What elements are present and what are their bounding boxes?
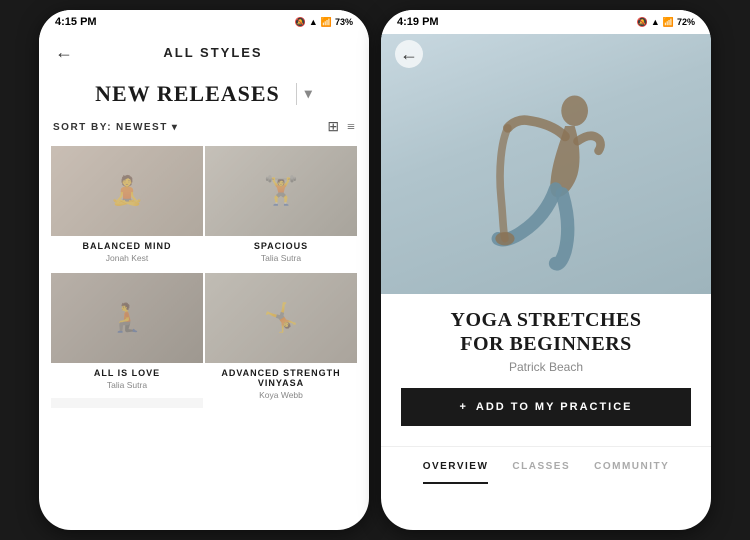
card-image-1: 🧘 bbox=[51, 146, 203, 236]
sort-label[interactable]: SORT BY: NEWEST ▾ bbox=[53, 122, 178, 133]
add-to-practice-button[interactable]: + ADD TO MY PRACTICE bbox=[401, 388, 691, 426]
card-title-1: BALANCED MIND bbox=[55, 241, 199, 251]
person-figure-2: 🏋️ bbox=[264, 174, 299, 208]
tab-community[interactable]: COMMUNITY bbox=[594, 461, 669, 484]
card-advanced-vinyasa[interactable]: 🤸 ADVANCED STRENGTH VINYASA Koya Webb bbox=[205, 273, 357, 408]
right-battery-pct: 72% bbox=[677, 17, 695, 27]
card-image-3: 🧎 bbox=[51, 273, 203, 363]
card-subtitle-1: Jonah Kest bbox=[55, 253, 199, 263]
left-phone: 4:15 PM 🔕 ▲ 📶 73% ← ALL STYLES NEW RELEA… bbox=[39, 10, 369, 530]
right-wifi-icon: ▲ bbox=[651, 17, 660, 27]
left-nav-title: ALL STYLES bbox=[73, 45, 353, 60]
card-balanced-mind[interactable]: 🧘 BALANCED MIND Jonah Kest bbox=[51, 146, 203, 271]
left-nav-bar: ← ALL STYLES bbox=[39, 34, 369, 71]
battery-pct: 73% bbox=[335, 17, 353, 27]
right-nav-overlay: ← bbox=[381, 34, 711, 74]
person-figure-4: 🤸 bbox=[264, 301, 299, 335]
view-icons: ⊞ ≡ bbox=[327, 119, 355, 136]
card-title-2: SPACIOUS bbox=[209, 241, 353, 251]
yoga-person-svg bbox=[481, 84, 611, 294]
card-info-4: ADVANCED STRENGTH VINYASA Koya Webb bbox=[205, 363, 357, 408]
add-plus-icon: + bbox=[459, 401, 467, 413]
person-figure-1: 🧘 bbox=[110, 174, 145, 208]
phones-container: 4:15 PM 🔕 ▲ 📶 73% ← ALL STYLES NEW RELEA… bbox=[39, 10, 711, 530]
section-title: NEW RELEASES ▾ bbox=[39, 81, 369, 107]
card-subtitle-3: Talia Sutra bbox=[55, 380, 199, 390]
section-dropdown-arrow[interactable]: ▾ bbox=[305, 86, 313, 103]
cards-grid: 🧘 BALANCED MIND Jonah Kest 🏋️ SPACIOUS T… bbox=[39, 142, 369, 412]
left-status-icons: 🔕 ▲ 📶 73% bbox=[295, 17, 353, 28]
hero-section: ← bbox=[381, 34, 711, 294]
card-subtitle-2: Talia Sutra bbox=[209, 253, 353, 263]
right-signal-icon: 📶 bbox=[663, 17, 674, 28]
card-info-1: BALANCED MIND Jonah Kest bbox=[51, 236, 203, 271]
tab-overview[interactable]: OVERVIEW bbox=[423, 461, 489, 484]
card-info-3: ALL IS LOVE Talia Sutra bbox=[51, 363, 203, 398]
list-view-icon[interactable]: ≡ bbox=[347, 120, 355, 136]
section-header: NEW RELEASES ▾ bbox=[39, 71, 369, 113]
tab-classes[interactable]: CLASSES bbox=[512, 461, 570, 484]
card-title-4: ADVANCED STRENGTH VINYASA bbox=[209, 368, 353, 388]
right-status-bar: 4:19 PM 🔕 ▲ 📶 72% bbox=[381, 10, 711, 34]
right-time: 4:19 PM bbox=[397, 16, 439, 28]
left-time: 4:15 PM bbox=[55, 16, 97, 28]
signal-icon: 📶 bbox=[321, 17, 332, 28]
add-button-label: ADD TO MY PRACTICE bbox=[476, 401, 633, 413]
card-image-2: 🏋️ bbox=[205, 146, 357, 236]
left-status-bar: 4:15 PM 🔕 ▲ 📶 73% bbox=[39, 10, 369, 34]
left-back-button[interactable]: ← bbox=[55, 42, 73, 63]
grid-view-icon[interactable]: ⊞ bbox=[327, 119, 339, 136]
tabs-bar: OVERVIEW CLASSES COMMUNITY bbox=[381, 446, 711, 484]
card-all-is-love[interactable]: 🧎 ALL IS LOVE Talia Sutra bbox=[51, 273, 203, 408]
hero-title: YOGA STRETCHES FOR BEGINNERS bbox=[401, 308, 691, 356]
card-info-2: SPACIOUS Talia Sutra bbox=[205, 236, 357, 271]
card-spacious[interactable]: 🏋️ SPACIOUS Talia Sutra bbox=[205, 146, 357, 271]
hero-instructor: Patrick Beach bbox=[401, 360, 691, 374]
right-mute-icon: 🔕 bbox=[637, 17, 648, 28]
card-subtitle-4: Koya Webb bbox=[209, 390, 353, 400]
right-back-button[interactable]: ← bbox=[395, 40, 423, 68]
divider bbox=[296, 83, 297, 105]
sort-arrow: ▾ bbox=[172, 122, 179, 133]
sort-bar: SORT BY: NEWEST ▾ ⊞ ≡ bbox=[39, 113, 369, 142]
right-status-icons: 🔕 ▲ 📶 72% bbox=[637, 17, 695, 28]
mute-icon: 🔕 bbox=[295, 17, 306, 28]
wifi-icon: ▲ bbox=[309, 17, 318, 27]
person-figure-3: 🧎 bbox=[110, 301, 145, 335]
card-title-3: ALL IS LOVE bbox=[55, 368, 199, 378]
right-phone: 4:19 PM 🔕 ▲ 📶 72% bbox=[381, 10, 711, 530]
hero-content: YOGA STRETCHES FOR BEGINNERS Patrick Bea… bbox=[381, 294, 711, 436]
sort-value: NEWEST bbox=[116, 122, 168, 133]
card-image-4: 🤸 bbox=[205, 273, 357, 363]
